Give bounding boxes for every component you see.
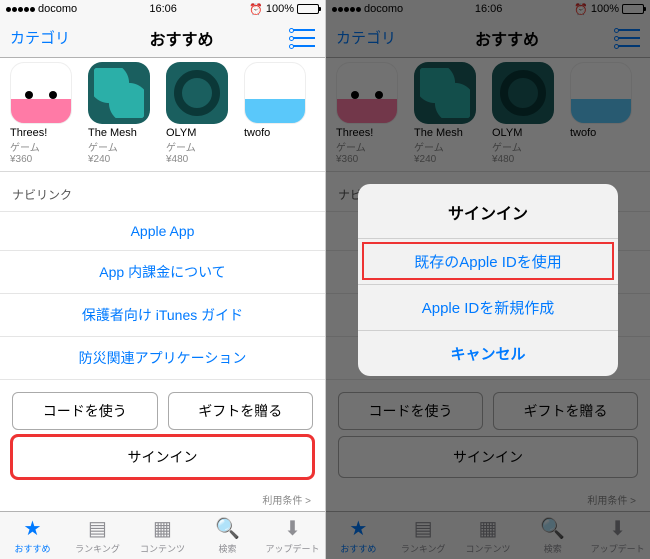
cancel-button[interactable]: キャンセル bbox=[358, 330, 618, 376]
link-list: Apple App App 内課金について 保護者向け iTunes ガイド 防… bbox=[0, 211, 325, 380]
clock: 16:06 bbox=[149, 3, 177, 15]
tab-contents[interactable]: ▦コンテンツ bbox=[130, 512, 195, 559]
app-price: ¥360 bbox=[10, 154, 74, 165]
app-price: ¥240 bbox=[88, 154, 152, 165]
battery-percent: 100% bbox=[266, 3, 294, 15]
use-existing-appleid-button[interactable]: 既存のApple IDを使用 bbox=[358, 238, 618, 284]
app-icon[interactable] bbox=[244, 62, 306, 124]
ranking-icon: ▤ bbox=[86, 517, 110, 541]
tab-featured[interactable]: ★おすすめ bbox=[0, 512, 65, 559]
app-icon[interactable] bbox=[166, 62, 228, 124]
app-icon[interactable] bbox=[10, 62, 72, 124]
tab-ranking[interactable]: ▤ランキング bbox=[65, 512, 130, 559]
app-item[interactable]: Threes!ゲーム¥360 bbox=[10, 62, 74, 165]
terms-link[interactable]: 利用条件 > bbox=[0, 488, 325, 511]
app-name: OLYM bbox=[166, 127, 230, 139]
link-apple-app[interactable]: Apple App bbox=[0, 212, 325, 251]
app-icon[interactable] bbox=[88, 62, 150, 124]
app-category: ゲーム bbox=[88, 139, 152, 154]
signin-alert: サインイン 既存のApple IDを使用 Apple IDを新規作成 キャンセル bbox=[358, 184, 618, 376]
code-button[interactable]: コードを使う bbox=[12, 392, 158, 430]
tab-update[interactable]: ⬇アップデート bbox=[260, 512, 325, 559]
app-name: Threes! bbox=[10, 127, 74, 139]
alert-title: サインイン bbox=[358, 184, 618, 238]
status-bar: docomo 16:06 ⏰ 100% bbox=[0, 0, 325, 18]
carrier-label: docomo bbox=[38, 3, 77, 15]
search-icon: 🔍 bbox=[216, 517, 240, 541]
signin-button[interactable]: サインイン bbox=[12, 436, 313, 478]
contents-icon: ▦ bbox=[151, 517, 175, 541]
battery-icon bbox=[297, 4, 319, 14]
signal-dots-icon bbox=[6, 7, 35, 12]
app-item[interactable]: The Meshゲーム¥240 bbox=[88, 62, 152, 165]
screen-right: docomo 16:06 ⏰ 100% カテゴリ おすすめ Threes!ゲーム… bbox=[325, 0, 650, 559]
app-item[interactable]: OLYMゲーム¥480 bbox=[166, 62, 230, 165]
list-icon bbox=[293, 29, 315, 47]
app-category: ゲーム bbox=[166, 139, 230, 154]
tab-search[interactable]: 🔍検索 bbox=[195, 512, 260, 559]
app-name: The Mesh bbox=[88, 127, 152, 139]
app-name: twofo bbox=[244, 127, 308, 139]
tab-bar: ★おすすめ ▤ランキング ▦コンテンツ 🔍検索 ⬇アップデート bbox=[0, 511, 325, 559]
page-title: おすすめ bbox=[150, 26, 214, 50]
nav-bar: カテゴリ おすすめ bbox=[0, 18, 325, 58]
screen-left: docomo 16:06 ⏰ 100% カテゴリ おすすめ Threes!ゲーム… bbox=[0, 0, 325, 559]
gift-button[interactable]: ギフトを贈る bbox=[168, 392, 314, 430]
apps-row[interactable]: Threes!ゲーム¥360The Meshゲーム¥240OLYMゲーム¥480… bbox=[0, 58, 325, 172]
create-appleid-button[interactable]: Apple IDを新規作成 bbox=[358, 284, 618, 330]
alarm-icon: ⏰ bbox=[249, 3, 263, 16]
list-view-button[interactable] bbox=[293, 29, 315, 47]
link-itunes-guide[interactable]: 保護者向け iTunes ガイド bbox=[0, 294, 325, 337]
link-disaster[interactable]: 防災関連アプリケーション bbox=[0, 337, 325, 380]
navlink-header: ナビリンク bbox=[0, 172, 325, 211]
modal-overlay[interactable]: サインイン 既存のApple IDを使用 Apple IDを新規作成 キャンセル bbox=[326, 0, 650, 559]
update-icon: ⬇ bbox=[281, 517, 305, 541]
star-icon: ★ bbox=[21, 517, 45, 541]
content: Threes!ゲーム¥360The Meshゲーム¥240OLYMゲーム¥480… bbox=[0, 58, 325, 511]
link-iap[interactable]: App 内課金について bbox=[0, 251, 325, 294]
app-item[interactable]: twofo bbox=[244, 62, 308, 165]
app-category: ゲーム bbox=[10, 139, 74, 154]
app-price: ¥480 bbox=[166, 154, 230, 165]
category-button[interactable]: カテゴリ bbox=[10, 27, 70, 48]
